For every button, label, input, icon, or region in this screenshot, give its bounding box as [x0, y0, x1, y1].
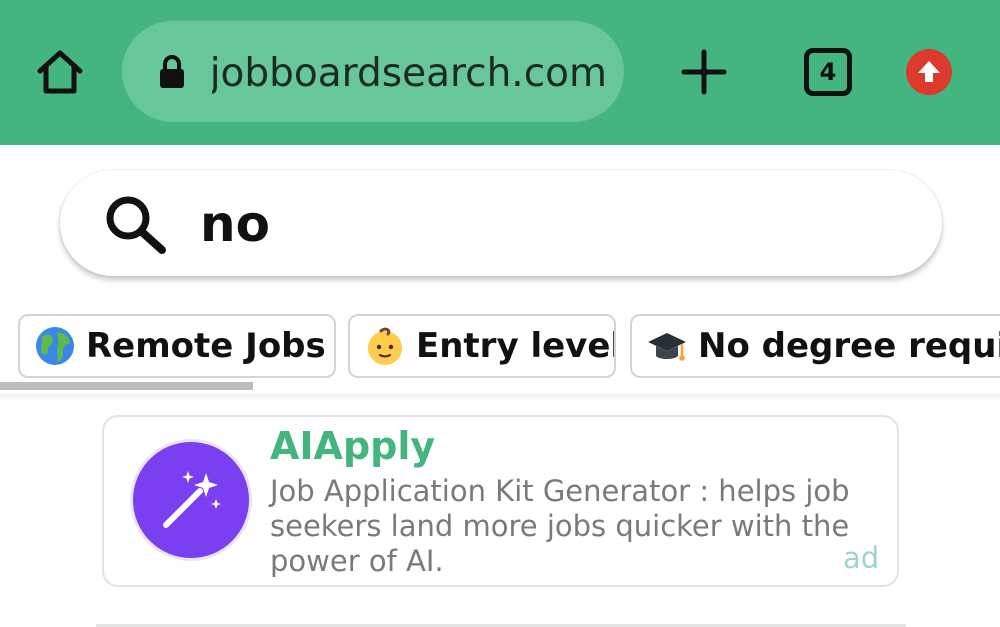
- baby-emoji-icon: [368, 327, 402, 365]
- chips-scrollbar[interactable]: [0, 382, 253, 390]
- url-text[interactable]: jobboardsearch.com: [212, 44, 607, 104]
- globe-emoji-icon: [36, 327, 74, 365]
- ad-description: Job Application Kit Generator : helps jo…: [270, 474, 850, 578]
- filter-chip-label: Remote Jobs: [86, 326, 326, 366]
- home-button[interactable]: [28, 42, 92, 102]
- filter-chip-entry-level[interactable]: Entry level: [348, 314, 616, 378]
- lock-icon: [160, 55, 184, 88]
- update-arrow-icon: [918, 61, 940, 82]
- filter-chip-no-degree[interactable]: No degree required: [630, 314, 1000, 378]
- update-button[interactable]: [906, 49, 952, 95]
- filter-chip-label: Entry level: [416, 326, 616, 366]
- ad-label: ad: [843, 541, 880, 575]
- filter-chip-label: No degree required: [698, 326, 1000, 366]
- ad-title[interactable]: AIApply: [270, 422, 435, 470]
- tab-count: 4: [819, 58, 837, 86]
- filter-chip-remote-jobs[interactable]: Remote Jobs: [18, 314, 336, 378]
- magic-wand-icon: [163, 471, 221, 528]
- filter-chips: Remote Jobs Entry level No degree requir…: [0, 312, 1000, 382]
- search-icon[interactable]: [104, 194, 168, 254]
- graduation-cap-emoji-icon: [648, 333, 686, 361]
- section-divider: [0, 394, 1000, 400]
- search-input[interactable]: [200, 186, 900, 262]
- home-icon: [37, 50, 83, 94]
- tab-switcher-button[interactable]: 4: [804, 48, 852, 96]
- new-tab-button[interactable]: [676, 44, 732, 100]
- ad-logo[interactable]: [133, 442, 249, 558]
- plus-icon: [681, 49, 727, 95]
